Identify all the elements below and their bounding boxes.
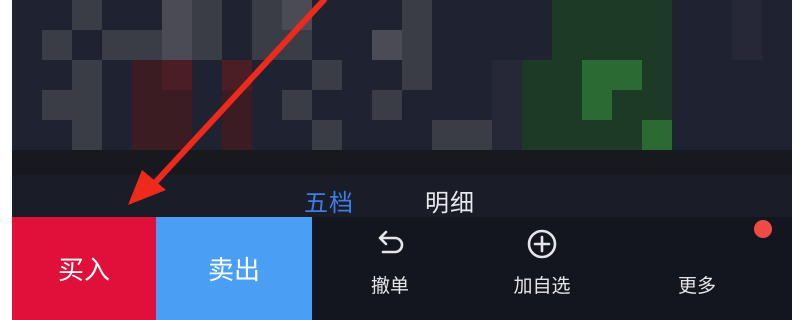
trading-screen: 五档 明细 买入 卖出 撤单 加自选 更多 bbox=[12, 0, 792, 320]
add-watchlist-button[interactable]: 加自选 bbox=[497, 227, 587, 317]
cancel-order-button[interactable]: 撤单 bbox=[345, 227, 435, 317]
bottom-toolbar: 买入 卖出 撤单 加自选 更多 bbox=[12, 217, 792, 320]
buy-button[interactable]: 买入 bbox=[12, 217, 156, 320]
quote-tab-bar: 五档 明细 bbox=[12, 175, 792, 217]
cancel-order-label: 撤单 bbox=[370, 275, 409, 297]
notification-dot bbox=[754, 220, 772, 238]
more-icon bbox=[680, 227, 714, 261]
sell-button[interactable]: 卖出 bbox=[156, 217, 312, 320]
more-button[interactable]: 更多 bbox=[652, 227, 742, 317]
undo-icon bbox=[378, 230, 404, 254]
add-circle-icon bbox=[527, 229, 557, 259]
blurred-quote-area bbox=[12, 0, 792, 180]
tab-details[interactable]: 明细 bbox=[425, 183, 475, 218]
add-watchlist-label: 加自选 bbox=[513, 275, 571, 297]
more-label: 更多 bbox=[677, 275, 716, 297]
tab-five-levels[interactable]: 五档 bbox=[304, 183, 354, 218]
